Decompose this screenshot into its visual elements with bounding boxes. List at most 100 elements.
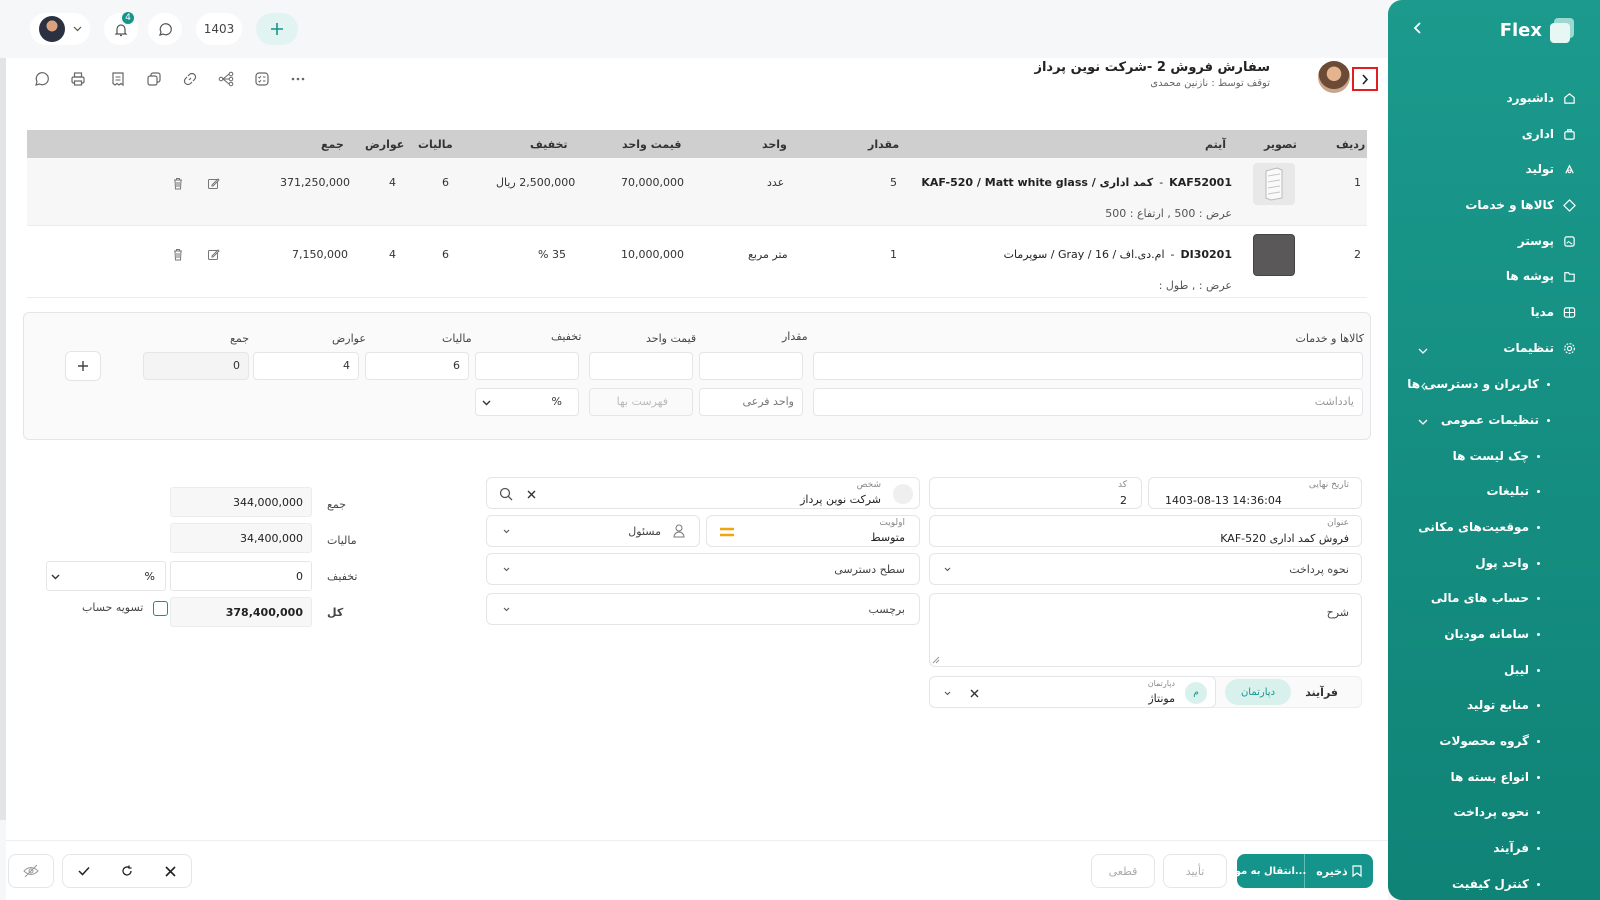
row-duty: 4	[389, 176, 396, 189]
unit-price-label: قیمت واحد	[646, 332, 697, 345]
resize-handle-icon[interactable]	[932, 656, 940, 664]
add-item-button[interactable]	[65, 351, 101, 381]
price-list-select[interactable]: فهرست بها	[589, 388, 693, 416]
sidebar-sub-taxpayers[interactable]: سامانه مودیان	[1444, 627, 1540, 641]
discount-type-select[interactable]: %	[475, 388, 579, 416]
user-menu-button[interactable]	[30, 13, 90, 45]
final-button[interactable]: قطعی	[1091, 854, 1155, 888]
transfer-button[interactable]: انتقال به مو...	[1237, 854, 1306, 888]
chat-tool-button[interactable]	[33, 70, 51, 88]
tag-select[interactable]: برچسب	[486, 593, 920, 625]
year-selector[interactable]: 1403	[196, 13, 242, 45]
chevron-down-icon[interactable]	[1418, 347, 1428, 355]
settle-checkbox[interactable]	[153, 601, 168, 616]
chevron-down-icon[interactable]	[1418, 418, 1428, 426]
description-textarea[interactable]: شرح	[929, 593, 1362, 667]
notifications-button[interactable]: 4	[104, 10, 138, 45]
sidebar-sub-checklists[interactable]: چک لیست ها	[1453, 449, 1540, 463]
edit-row-button[interactable]	[207, 177, 220, 193]
duty-input[interactable]: 4	[253, 352, 359, 380]
sidebar-item-goods[interactable]: کالاها و خدمات	[1465, 198, 1576, 212]
sidebar-item-poster[interactable]: پوستر	[1518, 234, 1576, 248]
payment-method-select[interactable]: نحوه پرداخت	[929, 553, 1362, 585]
summary-discount-value: 0	[296, 570, 303, 583]
sidebar-sub-label-item[interactable]: لیبل	[1504, 663, 1540, 677]
discount-input[interactable]	[475, 352, 579, 380]
priority-label: اولویت	[879, 518, 905, 528]
summary-discount-type-select[interactable]: %	[46, 561, 166, 591]
add-button[interactable]	[256, 13, 298, 45]
hide-button[interactable]	[8, 854, 54, 888]
cancel-button[interactable]	[158, 854, 182, 888]
sidebar-sub-label: حساب های مالی	[1430, 591, 1529, 605]
copy-button[interactable]	[145, 70, 163, 88]
chevron-left-icon	[1413, 22, 1421, 34]
unit-price-input[interactable]	[589, 352, 693, 380]
priority-field[interactable]: اولویت متوسط	[706, 515, 920, 547]
edit-row-button[interactable]	[207, 248, 220, 264]
settle-label: تسویه حساب	[82, 601, 144, 614]
access-level-select[interactable]: سطح دسترسی	[486, 553, 920, 585]
sidebar-item-media[interactable]: مدیا	[1531, 305, 1576, 319]
sidebar-sub-accounts[interactable]: حساب های مالی	[1431, 591, 1540, 605]
cabinet-image-icon	[1265, 167, 1283, 201]
tag-placeholder: برچسب	[868, 603, 905, 616]
save-button[interactable]: ذخیره	[1305, 854, 1373, 888]
eye-off-icon	[23, 864, 39, 878]
note-input[interactable]: یادداشت	[813, 388, 1363, 416]
close-icon[interactable]	[527, 490, 536, 499]
chevron-down-icon	[73, 26, 81, 32]
sidebar-item-folders[interactable]: پوشه ها	[1506, 269, 1576, 283]
page-subtitle: توقف توسط : نازنین محمدی	[1150, 78, 1270, 89]
sidebar-item-office[interactable]: اداری	[1522, 127, 1576, 141]
goods-input[interactable]	[813, 352, 1363, 380]
sidebar-sub-package-types[interactable]: انواع بسته ها	[1450, 770, 1540, 784]
delete-row-button[interactable]	[172, 177, 184, 193]
sidebar-item-dashboard[interactable]: داشبورد	[1506, 91, 1576, 105]
department-field[interactable]: م دپارتمان مونتاژ	[929, 676, 1216, 708]
expand-panel-button[interactable]	[1352, 67, 1378, 91]
sidebar-item-production[interactable]: تولید	[1526, 162, 1576, 176]
sidebar-sub-product-groups[interactable]: گروه محصولات	[1439, 734, 1540, 748]
sidebar-sub-production-resources[interactable]: منابع تولید	[1467, 698, 1540, 712]
sidebar-sub-process[interactable]: فرآیند	[1493, 841, 1540, 855]
responsible-field[interactable]: مسئول	[486, 515, 700, 547]
summary-discount-input[interactable]: 0	[170, 561, 312, 591]
title-field[interactable]: عنوان فروش کمد اداری KAF-520	[929, 515, 1362, 547]
brand-logo: Flex	[1500, 16, 1578, 44]
sidebar-sub-users[interactable]: کاربران و دسترسی ها	[1407, 377, 1550, 391]
sidebar-sub-general-settings[interactable]: تنظیمات عمومی	[1441, 413, 1550, 427]
sidebar-collapse-button[interactable]	[1410, 20, 1426, 36]
due-date-field[interactable]: تاریخ نهایی 1403-08-13 14:36:04	[1148, 477, 1362, 509]
chat-button[interactable]	[148, 13, 182, 45]
gear-icon	[1562, 341, 1576, 355]
sidebar-sub-ads[interactable]: تبلیغات	[1486, 484, 1540, 498]
receipt-button[interactable]	[109, 70, 127, 88]
link-button[interactable]	[181, 70, 199, 88]
sub-unit-input[interactable]: واحد فرعی	[699, 388, 803, 416]
copy-icon	[147, 72, 161, 86]
more-button[interactable]	[289, 70, 307, 88]
search-icon[interactable]	[499, 487, 513, 501]
confirm-button[interactable]: تأیید	[1163, 854, 1227, 888]
check-button[interactable]	[72, 854, 96, 888]
delete-row-button[interactable]	[172, 248, 184, 264]
col-header-unit-price: قیمت واحد	[622, 138, 682, 151]
chevron-left-icon[interactable]	[1420, 382, 1427, 391]
refresh-button[interactable]	[115, 854, 139, 888]
sidebar-sub-payment-methods[interactable]: نحوه پرداخت	[1453, 805, 1540, 819]
workflow-button[interactable]	[217, 70, 235, 88]
checklist-button[interactable]	[253, 70, 271, 88]
sidebar-sub-quality-control[interactable]: کنترل کیفیت	[1452, 877, 1540, 891]
sidebar-sub-locations[interactable]: موقعیت‌های مکانی	[1418, 520, 1540, 534]
poster-icon	[1562, 234, 1576, 248]
qty-input[interactable]	[699, 352, 803, 380]
code-field[interactable]: کد 2	[929, 477, 1142, 509]
tax-input[interactable]: 6	[365, 352, 469, 380]
person-field[interactable]: شخص شرکت نوین پرداز	[486, 477, 920, 509]
close-icon[interactable]	[970, 689, 979, 698]
tab-department[interactable]: دپارتمان	[1225, 679, 1291, 705]
sidebar-sub-currency[interactable]: واحد پول	[1475, 556, 1540, 570]
print-button[interactable]	[69, 70, 87, 88]
sidebar-item-settings[interactable]: تنظیمات	[1503, 341, 1576, 355]
